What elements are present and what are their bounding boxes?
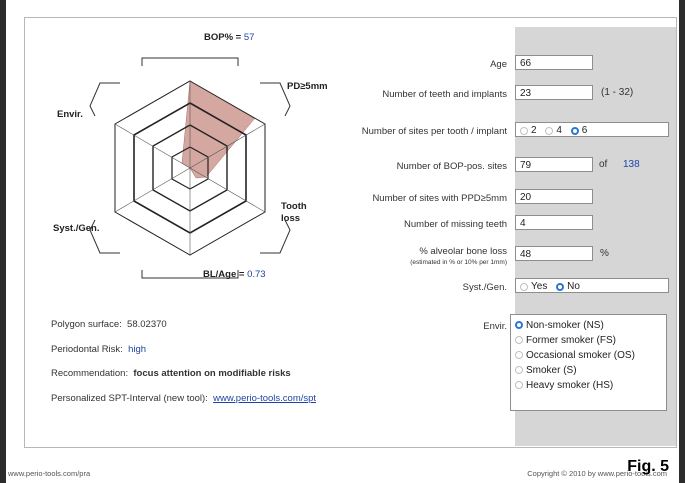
- ppd-sites-label: Number of sites with PPD≥5mm: [372, 193, 507, 204]
- radio-hs[interactable]: [515, 381, 523, 390]
- spt-link[interactable]: www.perio-tools.com/spt: [213, 393, 316, 404]
- syst-gen-label: Syst./Gen.: [462, 282, 507, 293]
- risk-radar-chart: [89, 57, 291, 279]
- footer-url[interactable]: www.perio-tools.com/pra: [8, 469, 90, 478]
- envir-option-s[interactable]: Smoker (S): [515, 363, 662, 378]
- bop-sites-label: Number of BOP-pos. sites: [396, 161, 507, 172]
- syst-gen-radio[interactable]: Yes No: [515, 278, 669, 293]
- bone-loss-input[interactable]: 48: [515, 246, 593, 261]
- bone-loss-label: % alveolar bone loss: [419, 246, 507, 257]
- bone-loss-unit: %: [600, 248, 609, 259]
- sites-per-tooth-label: Number of sites per tooth / implant: [361, 126, 507, 137]
- envir-label: Envir.: [483, 321, 507, 332]
- radio-no[interactable]: [556, 282, 565, 291]
- spt-interval: Personalized SPT-Interval (new tool): ww…: [51, 393, 317, 404]
- figure-label: Fig. 5: [627, 458, 669, 475]
- axis-label-bl-age: BL/Age = 0.73: [203, 269, 266, 280]
- radio-4[interactable]: [545, 126, 554, 135]
- envir-option-hs[interactable]: Heavy smoker (HS): [515, 378, 662, 393]
- teeth-range: (1 - 32): [601, 87, 634, 98]
- axis-label-tooth-loss: Tooth loss: [281, 201, 307, 224]
- bop-of: of: [599, 159, 608, 170]
- risk-polygon: [181, 80, 256, 179]
- radio-s[interactable]: [515, 366, 523, 375]
- envir-option-ns[interactable]: Non-smoker (NS): [515, 318, 662, 333]
- age-label: Age: [490, 59, 507, 70]
- age-input[interactable]: 66: [515, 55, 593, 70]
- bracket-top: [141, 57, 239, 66]
- bop-sites-input[interactable]: 79: [515, 157, 593, 172]
- periodontal-risk: Periodontal Risk: high: [51, 344, 147, 355]
- radio-6[interactable]: [570, 126, 579, 135]
- bracket-left-up: [89, 82, 120, 117]
- axis-label-envir: Envir.: [57, 109, 83, 120]
- teeth-input[interactable]: 23: [515, 85, 593, 100]
- ppd-sites-input[interactable]: 20: [515, 189, 593, 204]
- axis-label-syst-gen: Syst./Gen.: [53, 223, 100, 234]
- axis-label-bop: BOP% = 57: [204, 32, 255, 43]
- teeth-label: Number of teeth and implants: [382, 89, 507, 100]
- radio-2[interactable]: [520, 126, 528, 135]
- recommendation: Recommendation: focus attention on modif…: [51, 368, 291, 379]
- envir-option-fs[interactable]: Former smoker (FS): [515, 333, 662, 348]
- envir-option-os[interactable]: Occasional smoker (OS): [515, 348, 662, 363]
- envir-radio-group[interactable]: Non-smoker (NS) Former smoker (FS) Occas…: [510, 314, 667, 411]
- radio-fs[interactable]: [515, 336, 523, 345]
- bone-loss-note: (estimated in % or 10% per 1mm): [410, 259, 507, 266]
- radio-ns[interactable]: [515, 321, 523, 330]
- missing-teeth-label: Number of missing teeth: [404, 219, 507, 230]
- bop-total: 138: [623, 159, 640, 170]
- screenshot-frame: BOP% = 57 PD≥5mm Tooth loss BL/Age = 0.73…: [6, 0, 679, 483]
- bracket-right-up: [260, 82, 291, 117]
- radio-yes[interactable]: [520, 282, 528, 291]
- axis-label-pd: PD≥5mm: [287, 81, 328, 92]
- sites-per-tooth-radio[interactable]: 2 4 6: [515, 122, 669, 137]
- polygon-surface: Polygon surface: 58.02370: [51, 319, 167, 330]
- missing-teeth-input[interactable]: 4: [515, 215, 593, 230]
- radio-os[interactable]: [515, 351, 523, 360]
